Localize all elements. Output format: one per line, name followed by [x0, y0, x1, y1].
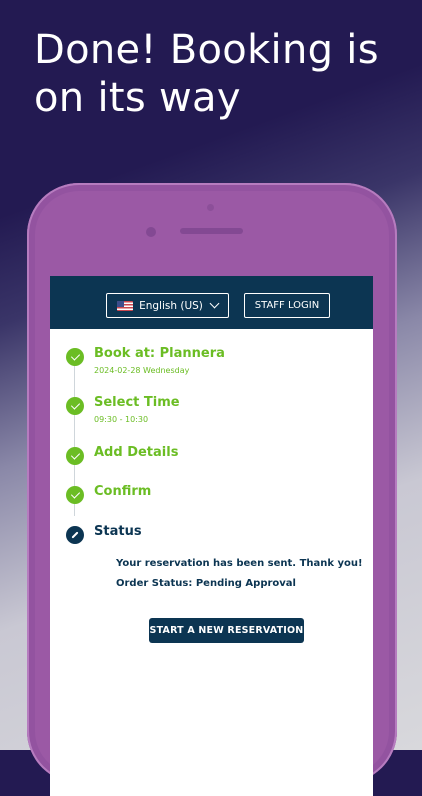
language-label: English (US)	[139, 299, 203, 312]
app-screen: English (US) STAFF LOGIN Book at: Planne…	[50, 276, 373, 796]
us-flag-icon	[117, 300, 134, 311]
phone-frame: English (US) STAFF LOGIN Book at: Planne…	[27, 183, 397, 796]
check-icon	[66, 447, 84, 465]
order-status: Order Status: Pending Approval	[116, 578, 296, 589]
chevron-down-icon	[209, 298, 220, 309]
staff-login-button[interactable]: STAFF LOGIN	[244, 293, 330, 318]
step-title: Book at: Plannera	[94, 346, 225, 361]
check-icon	[66, 486, 84, 504]
phone-speaker	[180, 228, 243, 234]
phone-camera	[146, 227, 156, 237]
step-title: Add Details	[94, 445, 179, 460]
language-selector[interactable]: English (US)	[106, 293, 229, 318]
step-subtitle: 2024-02-28 Wednesday	[94, 366, 190, 375]
promo-headline: Done! Booking is on its way	[34, 27, 379, 121]
step-title: Select Time	[94, 395, 180, 410]
step-subtitle: 09:30 - 10:30	[94, 415, 149, 424]
step-title: Status	[94, 524, 142, 539]
step-title: Confirm	[94, 484, 152, 499]
check-icon	[66, 397, 84, 415]
status-message: Your reservation has been sent. Thank yo…	[116, 558, 363, 569]
new-reservation-button[interactable]: START A NEW RESERVATION	[149, 618, 304, 643]
check-icon	[66, 348, 84, 366]
top-bar: English (US) STAFF LOGIN	[50, 276, 373, 329]
pencil-icon	[66, 526, 84, 544]
phone-sensor	[207, 204, 214, 211]
